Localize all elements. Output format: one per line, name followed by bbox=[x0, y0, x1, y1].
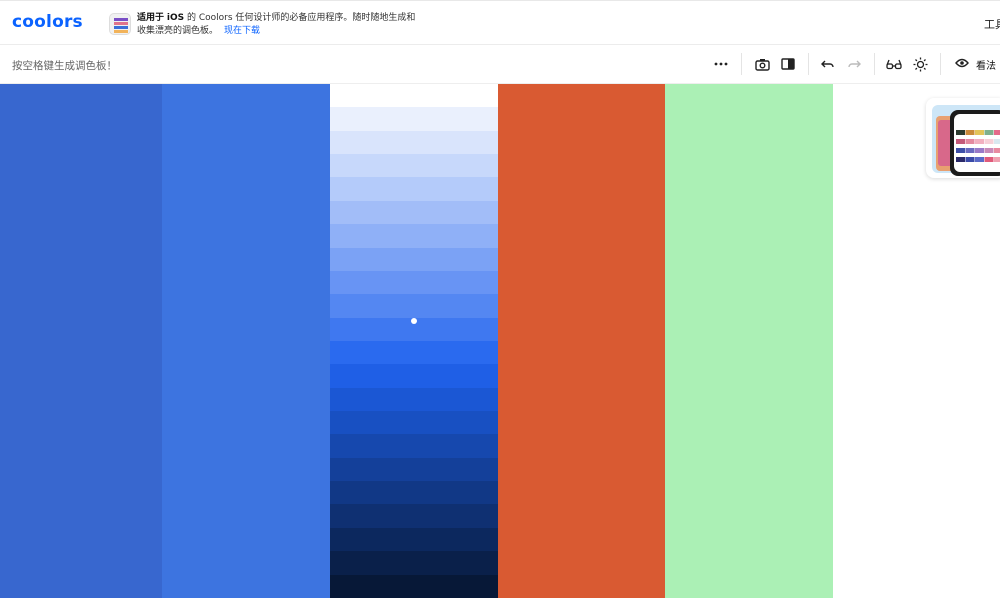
shade-swatch[interactable] bbox=[330, 200, 498, 225]
promo-line1: 的 Coolors 任何设计师的必备应用程序。随时随地生成和 bbox=[186, 13, 416, 23]
shade-swatch[interactable] bbox=[330, 340, 498, 365]
promo-prefix: 适用于 bbox=[137, 13, 165, 23]
ad-swatch bbox=[975, 130, 984, 135]
palette bbox=[0, 84, 833, 598]
ad-swatch bbox=[984, 130, 994, 135]
divider bbox=[940, 53, 941, 75]
ad-swatch bbox=[984, 139, 994, 144]
ad-swatch bbox=[956, 130, 965, 135]
color-column-3-shades[interactable] bbox=[330, 84, 498, 598]
camera-icon[interactable] bbox=[752, 54, 772, 74]
glasses-icon[interactable] bbox=[884, 54, 904, 74]
shade-swatch[interactable] bbox=[330, 387, 498, 412]
sidebar-icon[interactable] bbox=[778, 54, 798, 74]
ad-swatch bbox=[965, 157, 975, 162]
ad-swatch bbox=[956, 157, 965, 162]
shade-swatch[interactable] bbox=[330, 364, 498, 388]
spacebar-hint: 按空格键生成调色板！ bbox=[12, 60, 117, 72]
shade-swatch[interactable] bbox=[330, 130, 498, 155]
shade-swatch[interactable] bbox=[330, 247, 498, 271]
tools-menu[interactable]: 工具 bbox=[984, 16, 1000, 32]
ad-swatch bbox=[975, 139, 984, 144]
shade-swatch[interactable] bbox=[330, 527, 498, 552]
ad-swatch bbox=[975, 157, 984, 162]
ios-promo-text: 适用于 iOS 的 Coolors 任何设计师的必备应用程序。随时随地生成和 收… bbox=[137, 12, 415, 38]
shade-swatch[interactable] bbox=[330, 270, 498, 295]
promo-platform: iOS bbox=[166, 13, 185, 23]
shade-swatch[interactable] bbox=[330, 574, 498, 598]
redo-icon[interactable] bbox=[844, 54, 864, 74]
shade-swatch[interactable] bbox=[330, 411, 498, 435]
view-label: 看法 bbox=[976, 61, 996, 72]
ad-swatch bbox=[956, 148, 965, 153]
shade-swatch[interactable] bbox=[330, 504, 498, 528]
promo-line2: 收集漂亮的调色板。 bbox=[137, 26, 219, 36]
shade-swatch[interactable] bbox=[330, 224, 498, 248]
ad-swatch bbox=[994, 130, 1000, 135]
divider bbox=[808, 53, 809, 75]
color-column-5[interactable] bbox=[665, 84, 833, 598]
phone-mockup-icon bbox=[932, 105, 1000, 176]
shade-swatch[interactable] bbox=[330, 107, 498, 131]
selected-shade-indicator bbox=[411, 318, 417, 324]
generator-toolbar: 按空格键生成调色板！ 看法 bbox=[0, 45, 1000, 84]
divider bbox=[874, 53, 875, 75]
undo-icon[interactable] bbox=[818, 54, 838, 74]
shade-swatch[interactable] bbox=[330, 434, 498, 458]
ad-swatch bbox=[994, 148, 1000, 153]
shade-swatch[interactable] bbox=[330, 177, 498, 201]
sun-icon[interactable] bbox=[910, 54, 930, 74]
ad-swatch bbox=[984, 148, 994, 153]
ios-app-ad[interactable] bbox=[926, 98, 1000, 178]
color-column-2[interactable] bbox=[162, 84, 330, 598]
shade-swatch[interactable] bbox=[330, 481, 498, 505]
shade-swatch[interactable] bbox=[330, 294, 498, 318]
ad-swatch bbox=[994, 139, 1000, 144]
shade-swatch[interactable] bbox=[330, 84, 498, 108]
eye-icon bbox=[955, 58, 969, 71]
divider bbox=[741, 53, 742, 75]
ad-swatch bbox=[975, 148, 984, 153]
more-icon[interactable] bbox=[711, 54, 731, 74]
shade-swatch[interactable] bbox=[330, 457, 498, 482]
top-banner: coolors 适用于 iOS 的 Coolors 任何设计师的必备应用程序。随… bbox=[0, 0, 1000, 45]
coolors-logo[interactable]: coolors bbox=[12, 12, 83, 32]
ad-swatch bbox=[965, 130, 975, 135]
ad-swatch bbox=[956, 139, 965, 144]
download-link[interactable]: 现在下载 bbox=[224, 26, 260, 36]
color-column-1[interactable] bbox=[0, 84, 162, 598]
shade-swatch[interactable] bbox=[330, 154, 498, 178]
color-column-4[interactable] bbox=[498, 84, 665, 598]
shade-list bbox=[330, 84, 498, 598]
ad-swatch bbox=[994, 157, 1000, 162]
ad-swatch bbox=[984, 157, 994, 162]
ad-swatch bbox=[965, 139, 975, 144]
view-button[interactable]: 看法 bbox=[955, 57, 996, 72]
app-thumbnail-icon bbox=[109, 13, 131, 35]
shade-swatch[interactable] bbox=[330, 551, 498, 575]
ad-swatch bbox=[965, 148, 975, 153]
